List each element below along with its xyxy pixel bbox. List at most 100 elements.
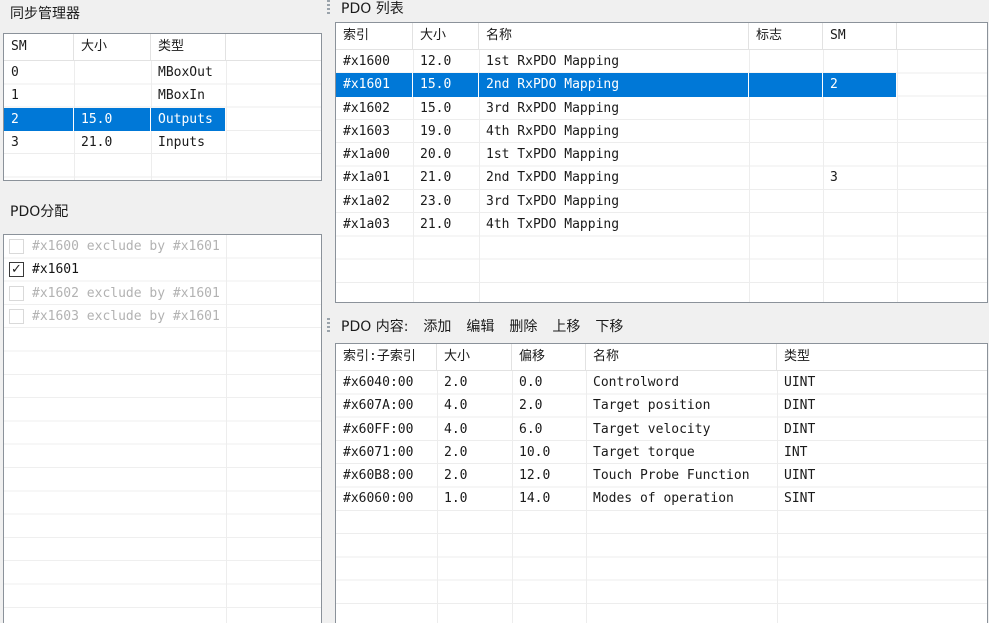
cell-sm: 2	[4, 108, 74, 131]
cell-index: #x1a02	[336, 190, 413, 213]
col-header-offset[interactable]: 偏移	[512, 344, 586, 370]
cell-index: #x6071:00	[336, 441, 437, 464]
checkbox-unchecked-icon	[9, 239, 24, 254]
table-row[interactable]: #x1602 15.0 3rd RxPDO Mapping	[336, 97, 987, 120]
cell-flags	[749, 166, 823, 189]
move-down-button[interactable]: 下移	[595, 316, 623, 336]
cell-size: 12.0	[413, 50, 479, 73]
cell-size: 1.0	[437, 487, 512, 510]
edit-button[interactable]: 编辑	[466, 316, 494, 336]
pdo-config-screen: 同步管理器 SM 大小 类型 0 MBoxOut 1 MBoxIn	[0, 0, 989, 623]
cell-size: 21.0	[74, 131, 151, 154]
cell-size: 4.0	[437, 394, 512, 417]
cell-extra	[897, 190, 987, 213]
cell-flags	[749, 190, 823, 213]
cell-type: Inputs	[151, 131, 226, 154]
cell-sm: 1	[4, 84, 74, 107]
cell-name: 1st TxPDO Mapping	[479, 143, 749, 166]
cell-type: SINT	[777, 487, 987, 510]
table-row-selected[interactable]: #x1601 15.0 2nd RxPDO Mapping 2	[336, 73, 987, 96]
table-row[interactable]: #x1a03 21.0 4th TxPDO Mapping	[336, 213, 987, 236]
cell-sm	[823, 190, 897, 213]
table-row[interactable]: #x1a00 20.0 1st TxPDO Mapping	[336, 143, 987, 166]
col-header-extra[interactable]	[226, 34, 321, 60]
col-header-sm[interactable]: SM	[823, 23, 897, 49]
add-button[interactable]: 添加	[423, 316, 451, 336]
cell-size	[74, 61, 151, 84]
cell-name: Touch Probe Function	[586, 464, 777, 487]
pdo-list-header: 索引 大小 名称 标志 SM	[336, 23, 987, 50]
table-row[interactable]: 0 MBoxOut	[4, 61, 321, 84]
cell-size: 2.0	[437, 371, 512, 394]
table-row[interactable]: 3 21.0 Inputs	[4, 131, 321, 154]
checkbox-unchecked-icon	[9, 309, 24, 324]
table-row[interactable]: #x607A:00 4.0 2.0 Target position DINT	[336, 394, 987, 417]
cell-flags	[749, 120, 823, 143]
cell-sm: 0	[4, 61, 74, 84]
col-header-size[interactable]: 大小	[74, 34, 151, 60]
cell-flags	[749, 97, 823, 120]
cell-flags	[749, 73, 823, 96]
cell-name: Controlword	[586, 371, 777, 394]
cell-type: UINT	[777, 464, 987, 487]
cell-name: Modes of operation	[586, 487, 777, 510]
cell-extra	[226, 108, 321, 131]
checkbox-checked-icon[interactable]: ✓	[9, 262, 24, 277]
pdo-content-body: #x6040:00 2.0 0.0 Controlword UINT #x607…	[336, 371, 987, 623]
delete-button[interactable]: 删除	[509, 316, 537, 336]
col-header-size[interactable]: 大小	[413, 23, 479, 49]
cell-name: 1st RxPDO Mapping	[479, 50, 749, 73]
cell-type: Outputs	[151, 108, 226, 131]
table-row[interactable]: #x1603 19.0 4th RxPDO Mapping	[336, 120, 987, 143]
pdo-list-title: PDO 列表	[341, 0, 404, 18]
cell-name: 2nd RxPDO Mapping	[479, 73, 749, 96]
cell-size: 21.0	[413, 166, 479, 189]
col-header-flags[interactable]: 标志	[749, 23, 823, 49]
cell-size: 20.0	[413, 143, 479, 166]
table-row[interactable]: #x6040:00 2.0 0.0 Controlword UINT	[336, 371, 987, 394]
table-row[interactable]: #x6060:00 1.0 14.0 Modes of operation SI…	[336, 487, 987, 510]
col-header-index[interactable]: 索引	[336, 23, 413, 49]
cell-size: 23.0	[413, 190, 479, 213]
col-header-name[interactable]: 名称	[479, 23, 749, 49]
pdo-assign-item-label: #x1602 exclude by #x1601	[32, 286, 220, 301]
table-row[interactable]: 1 MBoxIn	[4, 84, 321, 107]
table-row-selected[interactable]: 2 15.0 Outputs	[4, 108, 321, 131]
table-row[interactable]: #x1a01 21.0 2nd TxPDO Mapping 3	[336, 166, 987, 189]
cell-flags	[749, 213, 823, 236]
cell-index: #x6060:00	[336, 487, 437, 510]
col-header-extra[interactable]	[897, 23, 987, 49]
cell-size: 2.0	[437, 464, 512, 487]
table-row[interactable]: #x60B8:00 2.0 12.0 Touch Probe Function …	[336, 464, 987, 487]
table-row[interactable]: #x6071:00 2.0 10.0 Target torque INT	[336, 441, 987, 464]
cell-type: DINT	[777, 418, 987, 441]
cell-sm	[823, 213, 897, 236]
pdo-assign-item[interactable]: ✓ #x1601	[4, 258, 321, 281]
col-header-sm[interactable]: SM	[4, 34, 74, 60]
cell-sm	[823, 120, 897, 143]
table-row[interactable]: #x1600 12.0 1st RxPDO Mapping	[336, 50, 987, 73]
table-row[interactable]: #x60FF:00 4.0 6.0 Target velocity DINT	[336, 418, 987, 441]
cell-index: #x607A:00	[336, 394, 437, 417]
col-header-index-subindex[interactable]: 索引:子索引	[336, 344, 437, 370]
cell-flags	[749, 143, 823, 166]
col-header-size[interactable]: 大小	[437, 344, 512, 370]
pdo-content-toolbar: PDO 内容: 添加 编辑 删除 上移 下移	[341, 317, 623, 334]
pdo-assign-item-label: #x1600 exclude by #x1601	[32, 239, 220, 254]
cell-index: #x1602	[336, 97, 413, 120]
cell-extra	[897, 213, 987, 236]
cell-name: 3rd RxPDO Mapping	[479, 97, 749, 120]
cell-index: #x1a01	[336, 166, 413, 189]
table-row[interactable]: #x1a02 23.0 3rd TxPDO Mapping	[336, 190, 987, 213]
col-header-type[interactable]: 类型	[151, 34, 226, 60]
col-header-type[interactable]: 类型	[777, 344, 987, 370]
cell-type: UINT	[777, 371, 987, 394]
pdo-assign-item: #x1602 exclude by #x1601	[4, 282, 321, 305]
cell-offset: 2.0	[512, 394, 586, 417]
cell-offset: 10.0	[512, 441, 586, 464]
cell-extra	[897, 166, 987, 189]
move-up-button[interactable]: 上移	[552, 316, 580, 336]
cell-extra	[226, 131, 321, 154]
pdo-content-table: 索引:子索引 大小 偏移 名称 类型 #x6040:00 2.0 0.0 Con…	[335, 343, 988, 623]
col-header-name[interactable]: 名称	[586, 344, 777, 370]
